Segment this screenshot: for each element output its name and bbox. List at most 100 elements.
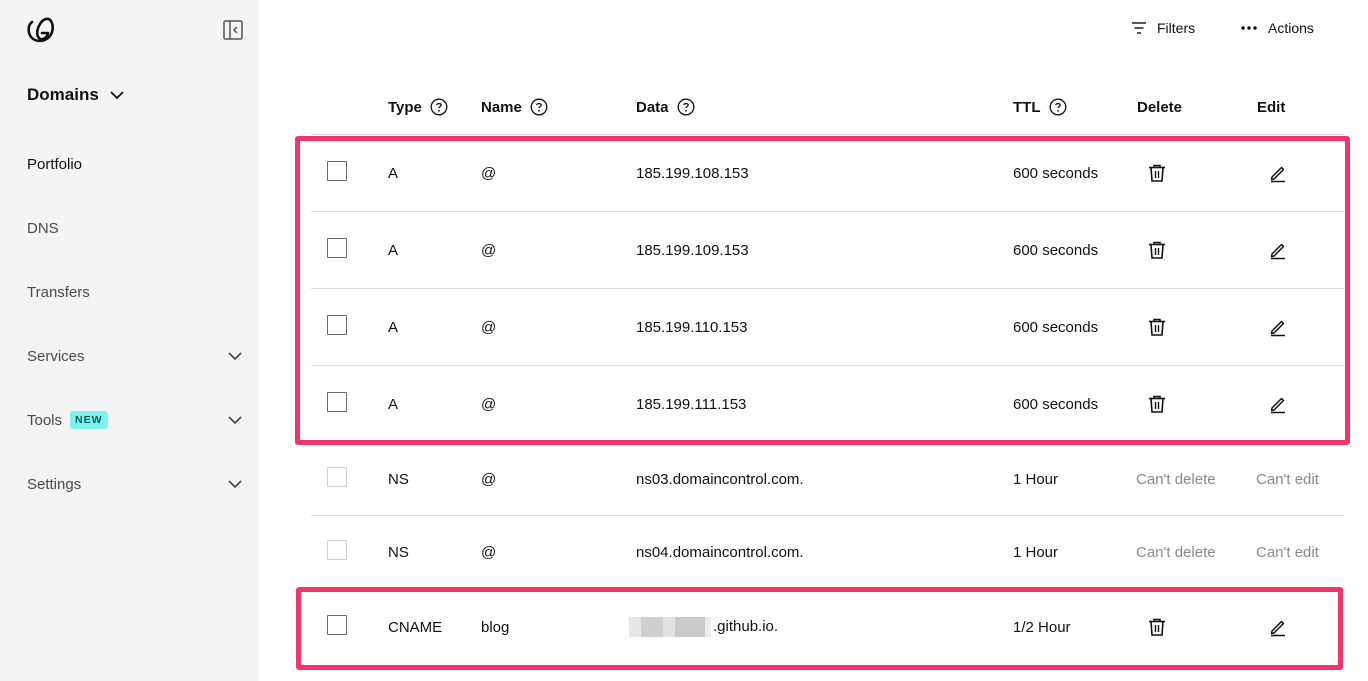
collapse-sidebar-icon[interactable] xyxy=(222,19,244,41)
record-type: A xyxy=(388,319,399,336)
record-type: A xyxy=(388,165,399,182)
pencil-icon xyxy=(1270,620,1285,637)
column-header-data: Data xyxy=(636,96,695,118)
pencil-icon xyxy=(1270,397,1285,414)
sidebar: Domains Portfolio DNS Transfers Services… xyxy=(0,0,259,681)
delete-button[interactable] xyxy=(1146,239,1168,261)
actions-label: Actions xyxy=(1268,20,1314,36)
column-header-delete: Delete xyxy=(1137,96,1182,118)
sidebar-item-label: Settings xyxy=(27,475,82,493)
edit-button[interactable] xyxy=(1267,316,1289,338)
record-data: ns04.domaincontrol.com. xyxy=(636,544,804,561)
table-row: NS @ ns03.domaincontrol.com. 1 Hour Can'… xyxy=(311,443,1344,516)
record-data: 185.199.111.153 xyxy=(636,396,747,413)
edit-button[interactable] xyxy=(1267,162,1289,184)
column-header-label: Edit xyxy=(1257,98,1286,116)
column-header-label: TTL xyxy=(1013,98,1041,116)
sidebar-item-label-wrap: Tools NEW xyxy=(27,411,108,429)
delete-button[interactable] xyxy=(1146,162,1168,184)
help-icon[interactable] xyxy=(430,98,448,116)
edit-button[interactable] xyxy=(1267,393,1289,415)
record-data: 185.199.108.153 xyxy=(636,165,749,182)
record-name: blog xyxy=(481,619,510,636)
sidebar-item-services[interactable]: Services xyxy=(27,342,243,370)
chevron-down-icon xyxy=(228,416,242,425)
sidebar-item-label: Tools xyxy=(27,411,63,429)
record-ttl: 1 Hour xyxy=(1013,471,1059,488)
table-row: NS @ ns04.domaincontrol.com. 1 Hour Can'… xyxy=(311,516,1344,589)
record-type: A xyxy=(388,396,399,413)
sidebar-item-label: DNS xyxy=(27,219,59,237)
help-icon[interactable] xyxy=(677,98,695,116)
domains-menu[interactable]: Domains xyxy=(27,85,125,105)
edit-button[interactable] xyxy=(1267,239,1289,261)
pencil-icon xyxy=(1270,166,1285,183)
column-header-name: Name xyxy=(481,96,548,118)
table-row: A @ 185.199.109.153 600 seconds xyxy=(311,212,1344,289)
cant-edit-text: Can't edit xyxy=(1256,544,1319,561)
column-header-label: Type xyxy=(388,98,422,116)
row-checkbox[interactable] xyxy=(327,238,347,258)
delete-button[interactable] xyxy=(1146,393,1168,415)
row-checkbox[interactable] xyxy=(327,392,347,412)
table-row: A @ 185.199.111.153 600 seconds xyxy=(311,366,1344,443)
record-type: NS xyxy=(388,544,409,561)
record-ttl: 600 seconds xyxy=(1013,242,1099,259)
sidebar-item-label: Services xyxy=(27,347,85,365)
sidebar-item-tools[interactable]: Tools NEW xyxy=(27,406,243,434)
record-ttl: 1 Hour xyxy=(1013,544,1059,561)
cant-delete-text: Can't delete xyxy=(1136,544,1216,561)
record-name: @ xyxy=(481,319,497,336)
trash-icon xyxy=(1149,618,1165,636)
sidebar-item-dns[interactable]: DNS xyxy=(27,214,243,242)
record-data-wrap: .github.io. xyxy=(629,617,778,637)
record-ttl: 600 seconds xyxy=(1013,165,1099,182)
trash-icon xyxy=(1149,164,1165,182)
help-icon[interactable] xyxy=(530,98,548,116)
record-data: 185.199.110.153 xyxy=(636,319,748,336)
row-checkbox xyxy=(327,467,347,487)
column-header-label: Data xyxy=(636,98,669,116)
chevron-down-icon xyxy=(228,352,242,361)
cant-edit-text: Can't edit xyxy=(1256,471,1319,488)
record-data: 185.199.109.153 xyxy=(636,242,749,259)
chevron-down-icon xyxy=(110,91,124,100)
sidebar-item-transfers[interactable]: Transfers xyxy=(27,278,243,306)
delete-button[interactable] xyxy=(1146,616,1168,638)
record-name: @ xyxy=(481,396,497,413)
table-row: A @ 185.199.110.153 600 seconds xyxy=(311,289,1344,366)
record-type: NS xyxy=(388,471,409,488)
row-checkbox xyxy=(327,540,347,560)
new-badge: NEW xyxy=(70,411,108,429)
sidebar-item-settings[interactable]: Settings xyxy=(27,470,243,498)
filters-button[interactable]: Filters xyxy=(1131,16,1195,40)
edit-button[interactable] xyxy=(1267,616,1289,638)
record-data: .github.io. xyxy=(713,617,779,635)
sidebar-item-portfolio[interactable]: Portfolio xyxy=(27,150,243,178)
cant-delete-text: Can't delete xyxy=(1136,471,1216,488)
row-checkbox[interactable] xyxy=(327,315,347,335)
record-ttl: 600 seconds xyxy=(1013,396,1099,413)
sidebar-item-label: Transfers xyxy=(27,283,90,301)
delete-button[interactable] xyxy=(1146,316,1168,338)
record-name: @ xyxy=(481,471,497,488)
trash-icon xyxy=(1149,241,1165,259)
column-header-label: Name xyxy=(481,98,522,116)
row-checkbox[interactable] xyxy=(327,161,347,181)
record-type: A xyxy=(388,242,399,259)
actions-button[interactable]: Actions xyxy=(1240,16,1314,40)
chevron-down-icon xyxy=(228,480,242,489)
redacted-text xyxy=(629,617,711,637)
godaddy-logo-icon[interactable] xyxy=(26,16,56,44)
record-ttl: 600 seconds xyxy=(1013,319,1099,336)
trash-icon xyxy=(1149,395,1165,413)
domains-label: Domains xyxy=(27,85,99,104)
row-checkbox[interactable] xyxy=(327,615,347,635)
filter-icon xyxy=(1132,22,1146,34)
table-row: CNAME blog .github.io. 1/2 Hour xyxy=(311,589,1344,669)
pencil-icon xyxy=(1270,320,1285,337)
record-data: ns03.domaincontrol.com. xyxy=(636,471,804,488)
table-row: A @ 185.199.108.153 600 seconds xyxy=(311,135,1344,212)
record-name: @ xyxy=(481,242,497,259)
help-icon[interactable] xyxy=(1049,98,1067,116)
